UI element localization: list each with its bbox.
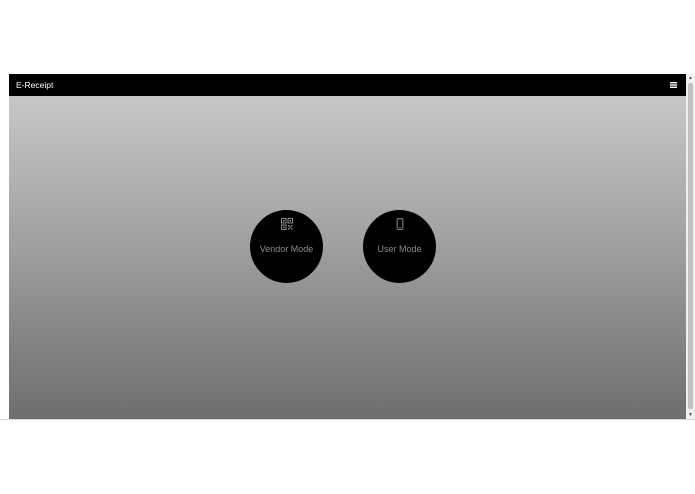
scroll-up-arrow-icon[interactable]: ▲ <box>686 74 695 82</box>
app-viewport: E-Receipt Vendor Mode User Mode <box>9 74 686 419</box>
mobile-phone-icon <box>394 218 406 230</box>
vendor-mode-label: Vendor Mode <box>259 244 314 254</box>
user-mode-label: User Mode <box>377 244 422 254</box>
qr-code-icon <box>280 218 293 230</box>
viewport-bottom-divider <box>0 419 695 420</box>
vendor-mode-button[interactable]: Vendor Mode <box>250 210 323 283</box>
brand-title[interactable]: E-Receipt <box>16 74 53 96</box>
scroll-down-arrow-icon[interactable]: ▼ <box>686 411 695 419</box>
vertical-scrollbar[interactable]: ▲ ▼ <box>686 74 695 419</box>
user-mode-button[interactable]: User Mode <box>363 210 436 283</box>
scrollbar-thumb[interactable] <box>688 83 693 409</box>
hamburger-menu-button[interactable] <box>668 79 680 91</box>
hamburger-menu-icon <box>670 82 677 88</box>
top-navbar: E-Receipt <box>9 74 686 96</box>
